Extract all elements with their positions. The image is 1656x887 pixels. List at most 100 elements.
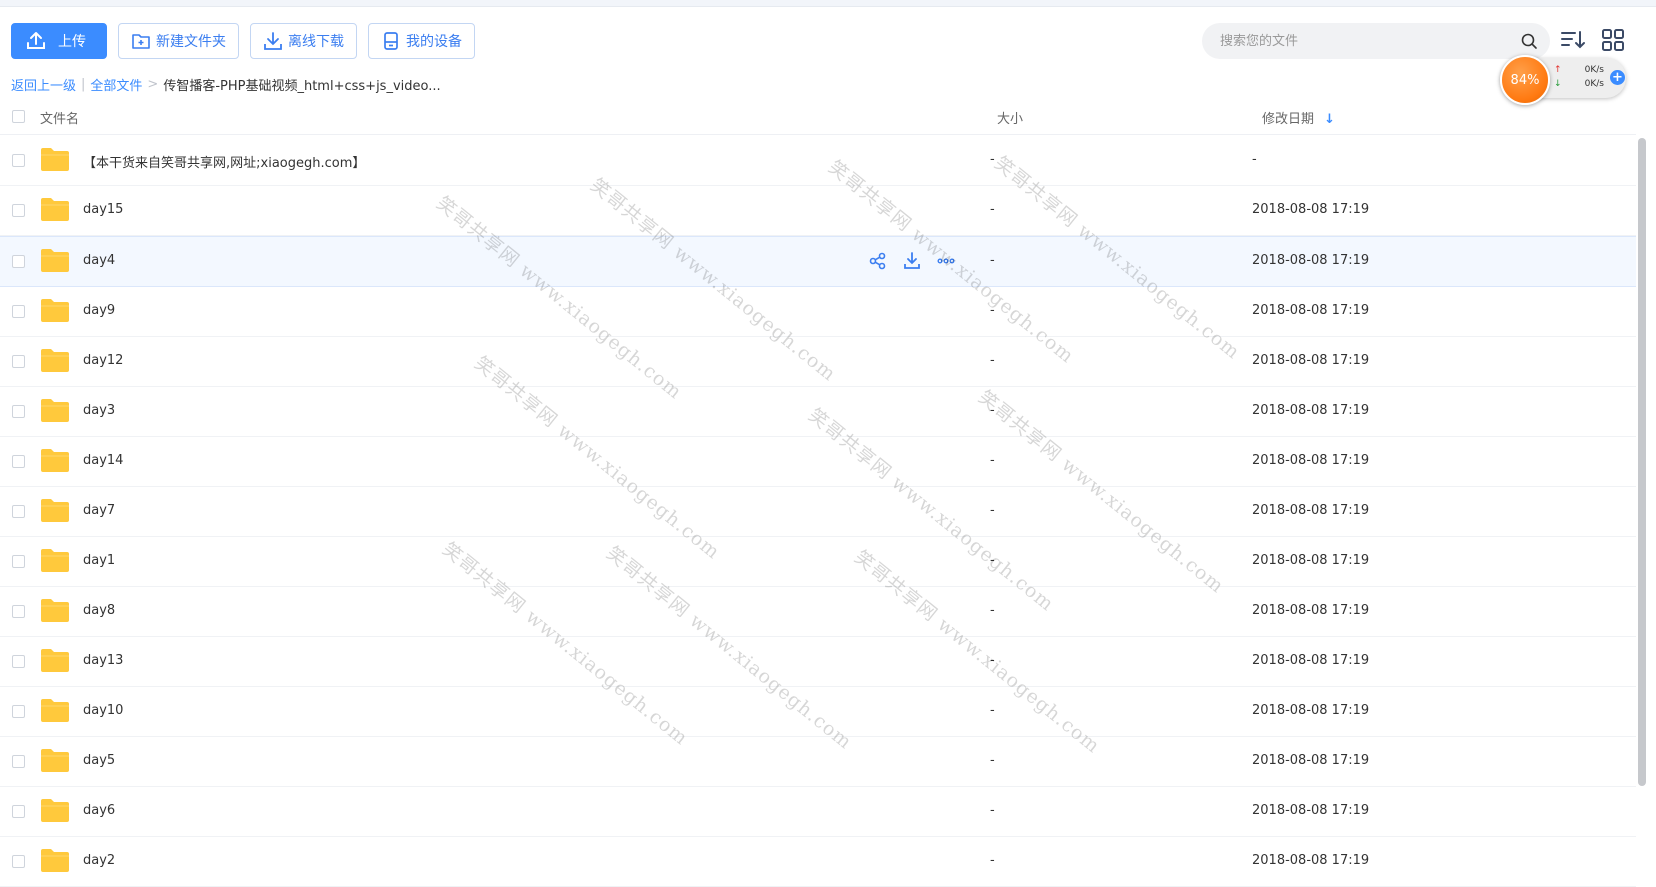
table-row[interactable]: day12 - 2018-08-08 17:19 <box>0 337 1636 387</box>
file-date: 2018-08-08 17:19 <box>1252 503 1370 518</box>
table-row[interactable]: day6 - 2018-08-08 17:19 <box>0 787 1636 837</box>
select-all-checkbox[interactable] <box>12 110 25 123</box>
folder-icon <box>41 849 69 872</box>
file-name[interactable]: day9 <box>83 303 115 318</box>
file-name[interactable]: day4 <box>83 253 115 268</box>
file-name[interactable]: day3 <box>83 403 115 418</box>
table-row[interactable]: day1 - 2018-08-08 17:19 <box>0 537 1636 587</box>
file-date: 2018-08-08 17:19 <box>1252 253 1370 268</box>
file-name[interactable]: day13 <box>83 653 123 668</box>
download-speed: 0K/s <box>1584 79 1604 89</box>
new-folder-button[interactable]: 新建文件夹 <box>118 23 239 59</box>
view-options <box>1560 27 1626 53</box>
row-checkbox[interactable] <box>12 204 25 217</box>
row-checkbox[interactable] <box>12 655 25 668</box>
file-list: 【本干货来自笑哥共享网,网址;xiaogegh.com】 - - day15 -… <box>0 136 1636 887</box>
download-arrow-icon: ↓ <box>1554 79 1562 89</box>
scrollbar-thumb[interactable] <box>1638 138 1646 786</box>
table-row[interactable]: day3 - 2018-08-08 17:19 <box>0 387 1636 437</box>
table-row[interactable]: day2 - 2018-08-08 17:19 <box>0 837 1636 887</box>
file-size: - <box>990 353 995 368</box>
file-date: 2018-08-08 17:19 <box>1252 703 1370 718</box>
file-size: - <box>990 753 995 768</box>
share-icon[interactable] <box>868 251 888 271</box>
sort-icon[interactable] <box>1560 27 1586 53</box>
file-size: - <box>990 253 995 268</box>
file-name[interactable]: day5 <box>83 753 115 768</box>
column-header-date[interactable]: 修改日期 ↓ <box>1262 108 1335 127</box>
file-name[interactable]: day8 <box>83 603 115 618</box>
table-row[interactable]: day13 - 2018-08-08 17:19 <box>0 637 1636 687</box>
file-date: - <box>1252 152 1257 167</box>
all-files-link[interactable]: 全部文件 <box>90 75 142 94</box>
file-name[interactable]: day1 <box>83 553 115 568</box>
table-row[interactable]: day8 - 2018-08-08 17:19 <box>0 587 1636 637</box>
folder-icon <box>41 799 69 822</box>
grid-view-icon[interactable] <box>1600 27 1626 53</box>
breadcrumb: 返回上一级 | 全部文件 > 传智播客-PHP基础视频_html+css+js_… <box>11 75 441 94</box>
plus-icon[interactable]: + <box>1610 70 1625 85</box>
table-row[interactable]: day14 - 2018-08-08 17:19 <box>0 437 1636 487</box>
row-checkbox[interactable] <box>12 605 25 618</box>
file-size: - <box>990 453 995 468</box>
file-size: - <box>990 653 995 668</box>
table-row[interactable]: day7 - 2018-08-08 17:19 <box>0 487 1636 537</box>
file-date: 2018-08-08 17:19 <box>1252 603 1370 618</box>
row-checkbox[interactable] <box>12 154 25 167</box>
row-checkbox[interactable] <box>12 705 25 718</box>
file-size: - <box>990 553 995 568</box>
row-checkbox[interactable] <box>12 555 25 568</box>
folder-icon <box>41 499 69 522</box>
download-icon[interactable] <box>902 251 922 271</box>
row-checkbox[interactable] <box>12 855 25 868</box>
table-row[interactable]: day9 - 2018-08-08 17:19 <box>0 287 1636 337</box>
breadcrumb-divider: | <box>81 77 86 92</box>
file-size: - <box>990 603 995 618</box>
file-name[interactable]: 【本干货来自笑哥共享网,网址;xiaogegh.com】 <box>83 152 365 171</box>
column-header-size[interactable]: 大小 <box>997 108 1023 127</box>
search-icon[interactable] <box>1520 32 1538 50</box>
row-checkbox[interactable] <box>12 305 25 318</box>
offline-download-button[interactable]: 离线下载 <box>250 23 357 59</box>
file-name[interactable]: day6 <box>83 803 115 818</box>
file-size: - <box>990 152 995 167</box>
file-name[interactable]: day14 <box>83 453 123 468</box>
download-icon <box>263 31 283 51</box>
more-icon[interactable] <box>936 251 956 271</box>
file-size: - <box>990 703 995 718</box>
folder-icon <box>41 749 69 772</box>
file-name[interactable]: day15 <box>83 202 123 217</box>
column-header-name[interactable]: 文件名 <box>40 108 79 127</box>
folder-icon <box>41 599 69 622</box>
file-name[interactable]: day7 <box>83 503 115 518</box>
row-checkbox[interactable] <box>12 405 25 418</box>
file-size: - <box>990 403 995 418</box>
file-name[interactable]: day12 <box>83 353 123 368</box>
table-row[interactable]: 【本干货来自笑哥共享网,网址;xiaogegh.com】 - - <box>0 136 1636 186</box>
new-folder-label: 新建文件夹 <box>156 34 226 50</box>
row-checkbox[interactable] <box>12 805 25 818</box>
speed-widget[interactable]: 84% ↑ 0K/s ↓ 0K/s + <box>1500 55 1626 105</box>
my-devices-button[interactable]: 我的设备 <box>368 23 475 59</box>
row-checkbox[interactable] <box>12 755 25 768</box>
row-checkbox[interactable] <box>12 455 25 468</box>
file-date: 2018-08-08 17:19 <box>1252 202 1370 217</box>
row-checkbox[interactable] <box>12 505 25 518</box>
column-header-date-label: 修改日期 <box>1262 112 1315 127</box>
table-row[interactable]: day5 - 2018-08-08 17:19 <box>0 737 1636 787</box>
folder-icon <box>41 249 69 272</box>
row-checkbox[interactable] <box>12 355 25 368</box>
file-name[interactable]: day10 <box>83 703 123 718</box>
my-devices-label: 我的设备 <box>406 34 462 50</box>
row-checkbox[interactable] <box>12 255 25 268</box>
table-row[interactable]: day10 - 2018-08-08 17:19 <box>0 687 1636 737</box>
table-row[interactable]: day4 - 2018-08-08 17:19 <box>0 236 1636 287</box>
back-link[interactable]: 返回上一级 <box>11 75 76 94</box>
file-name[interactable]: day2 <box>83 853 115 868</box>
device-icon <box>381 31 401 51</box>
table-row[interactable]: day15 - 2018-08-08 17:19 <box>0 186 1636 236</box>
upload-button[interactable]: 上传 <box>11 23 107 59</box>
new-folder-icon <box>131 31 151 51</box>
download-speed-row: ↓ 0K/s <box>1554 79 1604 89</box>
search-input[interactable] <box>1218 32 1520 50</box>
